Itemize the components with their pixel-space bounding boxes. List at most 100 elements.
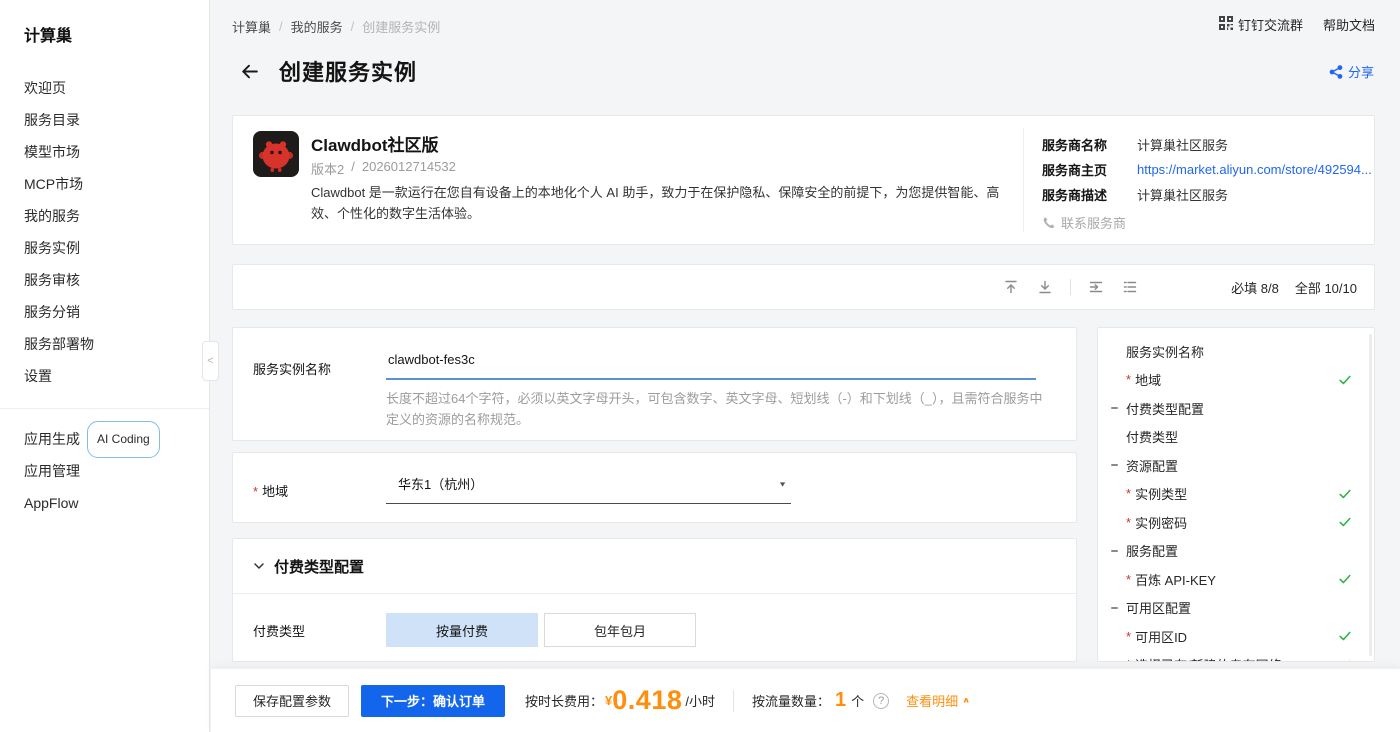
outline-item-instance-type[interactable]: *实例类型 [1098, 480, 1374, 509]
required-marker: * [1126, 486, 1131, 501]
sidebar-nav: 欢迎页 服务目录 模型市场 MCP市场 我的服务 服务实例 服务审核 服务分销 … [0, 54, 209, 392]
sidebar-item-settings[interactable]: 设置 [0, 360, 209, 392]
payment-options: 按量付费 包年包月 [386, 613, 696, 647]
outline-item-instance-password[interactable]: *实例密码 [1098, 508, 1374, 537]
provider-name-label: 服务商名称 [1042, 135, 1137, 154]
scroll-to-top-icon[interactable] [1002, 278, 1020, 296]
help-doc-link[interactable]: 帮助文档 [1323, 15, 1375, 34]
outline-label: 付费类型配置 [1126, 399, 1204, 418]
provider-homepage-label: 服务商主页 [1042, 160, 1137, 179]
footer-bar: 保存配置参数 下一步：确认订单 按时长费用： ¥ 0.418 /小时 按流量数量… [211, 668, 1400, 732]
ai-coding-badge: AI Coding [87, 421, 160, 458]
payment-type-label: 付费类型 [253, 621, 305, 640]
app-generation-label: 应用生成 [24, 423, 80, 455]
footer-divider [733, 690, 734, 712]
required-marker: * [1126, 372, 1131, 387]
sidebar-collapse-handle[interactable]: < [202, 341, 219, 381]
outline-item-region[interactable]: *地域 [1098, 366, 1374, 395]
payment-option-payg[interactable]: 按量付费 [386, 613, 538, 647]
dingtalk-group-link[interactable]: 钉钉交流群 [1219, 15, 1303, 34]
outline-item-service-instance-name[interactable]: 服务实例名称 [1098, 337, 1374, 366]
sidebar-item-model-market[interactable]: 模型市场 [0, 136, 209, 168]
outline-item-az-id[interactable]: *可用区ID [1098, 622, 1374, 651]
contact-provider-button[interactable]: 联系服务商 [1042, 213, 1373, 232]
sidebar-item-appflow[interactable]: AppFlow [0, 487, 209, 519]
next-step-button[interactable]: 下一步：确认订单 [361, 685, 505, 717]
outline-scrollbar[interactable] [1369, 334, 1372, 656]
breadcrumb-my-services[interactable]: 我的服务 [291, 17, 343, 36]
outline-list-icon[interactable] [1121, 278, 1139, 296]
traffic-label: 按流量数量： [752, 691, 830, 710]
save-config-button[interactable]: 保存配置参数 [235, 685, 349, 717]
required-marker: * [1126, 657, 1131, 662]
toolbar-icons [1002, 278, 1139, 296]
instance-name-input[interactable] [386, 346, 1036, 380]
region-value: 华东1（杭州） [398, 474, 483, 493]
check-icon [1338, 487, 1352, 501]
share-icon [1329, 65, 1343, 79]
sidebar-item-service-catalog[interactable]: 服务目录 [0, 104, 209, 136]
required-marker: * [1126, 572, 1131, 587]
caret-up-icon: ∧ [962, 696, 970, 704]
service-version-sep: / [351, 159, 355, 178]
collapse-dash-icon [1111, 550, 1118, 552]
breadcrumb-separator: / [279, 19, 283, 34]
breadcrumb-current: 创建服务实例 [362, 17, 440, 36]
currency-symbol: ¥ [605, 693, 612, 708]
sidebar-item-service-artifacts[interactable]: 服务部署物 [0, 328, 209, 360]
payment-section-header[interactable]: 付费类型配置 [233, 539, 1076, 594]
instance-name-input-wrap: 长度不超过64个字符，必须以英文字母开头，可包含数字、英文字母、短划线（-）和下… [386, 346, 1036, 430]
check-icon [1338, 373, 1352, 387]
collapse-dash-icon [1111, 607, 1118, 609]
scroll-to-bottom-icon[interactable] [1036, 278, 1054, 296]
collapse-panel-icon[interactable] [1087, 278, 1105, 296]
outline-label: 付费类型 [1126, 427, 1178, 446]
check-icon [1338, 515, 1352, 529]
outline-item-payment-type[interactable]: 付费类型 [1098, 423, 1374, 452]
form-toolbar-card: 必填 8/8 全部 10/10 [232, 264, 1375, 310]
chevron-down-icon: ▼ [778, 480, 787, 488]
sidebar-item-app-management[interactable]: 应用管理 [0, 455, 209, 487]
region-select[interactable]: 华东1（杭州） ▼ [386, 468, 791, 504]
outline-label: 选择已有/新建的专有网络 [1135, 655, 1282, 662]
sidebar-item-service-instances[interactable]: 服务实例 [0, 232, 209, 264]
outline-label: 可用区配置 [1126, 598, 1191, 617]
price-unit: /小时 [685, 691, 715, 710]
provider-homepage-link[interactable]: https://market.aliyun.com/store/492594..… [1137, 162, 1372, 177]
outline-label: 服务配置 [1126, 541, 1178, 560]
provider-description-value: 计算巢社区服务 [1137, 185, 1228, 204]
sidebar-item-service-review[interactable]: 服务审核 [0, 264, 209, 296]
breadcrumb-home[interactable]: 计算巢 [232, 17, 271, 36]
view-detail-label: 查看明细 [906, 691, 958, 710]
sidebar-item-my-services[interactable]: 我的服务 [0, 200, 209, 232]
sidebar-item-service-distribution[interactable]: 服务分销 [0, 296, 209, 328]
outline-panel: 服务实例名称 *地域 付费类型配置 付费类型 资源配置 *实例类型 *实例密码 [1097, 327, 1375, 662]
hourly-fee-label: 按时长费用： [525, 691, 603, 710]
payment-option-subscription[interactable]: 包年包月 [544, 613, 696, 647]
sidebar-item-app-generation[interactable]: 应用生成 AI Coding [0, 423, 209, 455]
contact-provider-label: 联系服务商 [1061, 213, 1126, 232]
outline-group-az-config[interactable]: 可用区配置 [1098, 594, 1374, 623]
back-button[interactable] [237, 59, 261, 83]
required-count: 必填 8/8 [1231, 278, 1279, 297]
check-icon [1338, 658, 1352, 662]
question-circle-icon[interactable]: ? [873, 693, 889, 709]
region-label-wrap: *地域 [253, 481, 288, 500]
outline-item-vpc-select[interactable]: * 选择已有/新建的专有网络 [1098, 651, 1374, 663]
sidebar-item-mcp-market[interactable]: MCP市场 [0, 168, 209, 200]
outline-group-payment-type-config[interactable]: 付费类型配置 [1098, 394, 1374, 423]
dingtalk-group-label: 钉钉交流群 [1238, 15, 1303, 34]
required-marker: * [1126, 629, 1131, 644]
app-title: 计算巢 [0, 0, 209, 54]
arrow-left-icon [239, 61, 260, 82]
provider-name-value: 计算巢社区服务 [1137, 135, 1228, 154]
share-button[interactable]: 分享 [1329, 62, 1374, 81]
outline-label: 百炼 API-KEY [1135, 570, 1216, 589]
outline-group-service-config[interactable]: 服务配置 [1098, 537, 1374, 566]
provider-name-row: 服务商名称 计算巢社区服务 [1042, 132, 1373, 157]
view-detail-link[interactable]: 查看明细 ∧ [906, 691, 970, 710]
sidebar-item-welcome[interactable]: 欢迎页 [0, 72, 209, 104]
service-version-number: 2026012714532 [362, 159, 456, 178]
outline-item-bailian-api-key[interactable]: * 百炼 API-KEY [1098, 565, 1374, 594]
outline-group-resource-config[interactable]: 资源配置 [1098, 451, 1374, 480]
